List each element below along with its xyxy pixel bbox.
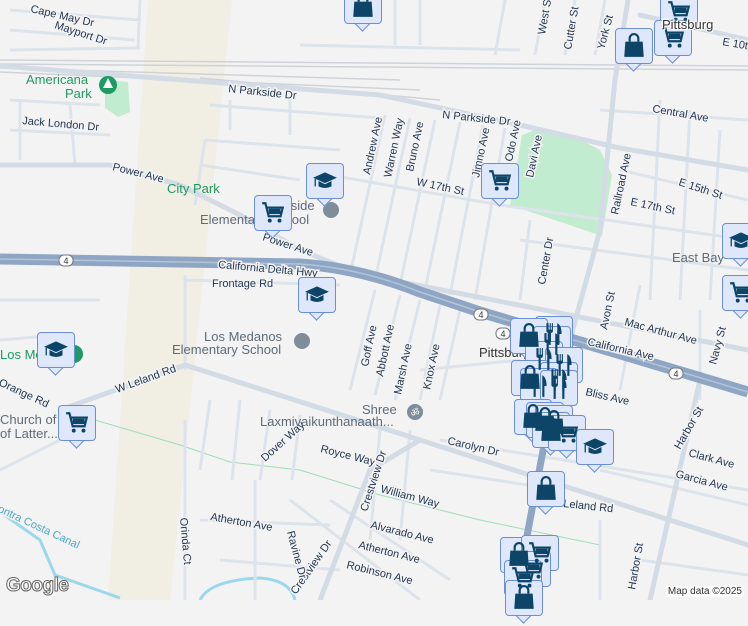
cart-icon [260,200,286,226]
temple-pin-icon: ॐ [407,404,423,420]
svg-text:Ravine Dr: Ravine Dr [284,530,308,581]
shopping-bag-icon [350,0,376,19]
marker-body [505,580,543,616]
svg-text:Cutter St: Cutter St [562,6,581,51]
marker-body [576,429,614,465]
shopping-marker[interactable] [344,0,382,34]
shopping-marker[interactable] [505,580,543,626]
graduation-cap-icon [312,168,338,194]
grocery-store-marker[interactable] [254,195,292,241]
svg-text:City Park: City Park [167,181,220,196]
svg-text:Atherton Ave: Atherton Ave [357,539,421,566]
highway-shield: 4 [495,327,511,340]
school-marker[interactable] [722,223,748,269]
marker-body [481,163,519,199]
cart-icon [554,420,580,446]
marker-body [344,0,382,24]
svg-text:4: 4 [673,369,678,379]
marker-body [306,163,344,199]
svg-text:E 17th St: E 17th St [629,196,676,217]
svg-text:Robinson Ave: Robinson Ave [345,559,414,587]
grocery-store-marker[interactable] [722,275,748,321]
marker-body [722,275,748,311]
park-pin-icon [99,76,117,94]
school-marker[interactable] [37,332,75,378]
svg-text:West St: West St [536,0,554,36]
city-label-pittsburg: Pittsburg [662,17,714,32]
map-attribution[interactable]: Map data ©2025 [665,586,744,597]
highway-shield: 4 [473,308,489,321]
marker-body [254,195,292,231]
svg-text:Frontage Rd: Frontage Rd [212,278,273,290]
school-marker[interactable] [306,163,344,209]
svg-text:Mac Arthur Ave: Mac Arthur Ave [623,316,698,347]
grocery-store-marker[interactable] [58,405,96,451]
graduation-cap-icon [43,337,69,363]
svg-text:Americana: Americana [26,72,89,87]
svg-text:Royce Way: Royce Way [319,443,377,468]
svg-text:Harbor St: Harbor St [626,542,646,590]
svg-text:Orinda Ct: Orinda Ct [177,517,193,565]
shopping-bag-icon [621,33,647,59]
svg-text:Marsh Ave: Marsh Ave [392,342,415,395]
graduation-cap-icon [304,282,330,308]
grocery-store-marker[interactable] [481,163,519,209]
svg-text:Church of: Church of [0,412,57,427]
graduation-cap-icon [728,228,748,254]
google-logo: Google [5,575,69,597]
fork-knife-icon [546,375,572,401]
school-pin-icon [294,333,310,349]
shopping-marker[interactable] [615,28,653,74]
svg-text:Harbor St: Harbor St [672,405,706,452]
svg-text:Bliss Ave: Bliss Ave [584,386,630,408]
svg-text:Orange Rd: Orange Rd [0,377,51,411]
svg-text:4: 4 [500,329,505,339]
highway-shield: 4 [668,367,684,380]
shopping-bag-icon [511,585,537,611]
school-marker[interactable] [298,277,336,323]
cart-icon [487,168,513,194]
marker-body [615,28,653,64]
svg-text:Atherton Ave: Atherton Ave [209,511,273,534]
graduation-cap-icon [582,434,608,460]
highway-shield: 4 [58,254,74,267]
svg-text:Andrew Ave: Andrew Ave [361,116,385,176]
svg-text:William Way: William Way [379,483,441,510]
school-marker[interactable] [576,429,614,475]
svg-text:of Latter...: of Latter... [0,426,58,441]
cart-icon [728,280,748,306]
svg-text:Laxmivaikunthanaath...: Laxmivaikunthanaath... [260,414,394,429]
map-canvas[interactable]: 4 4 4 4 Cape May Dr Mayport Dr N Parksid… [0,0,748,600]
marker-body [298,277,336,313]
marker-body [37,332,75,368]
shopping-bag-icon [533,476,559,502]
svg-text:4: 4 [478,310,483,320]
shopping-marker[interactable] [527,471,565,517]
svg-text:Elementary School: Elementary School [172,342,281,357]
marker-body [58,405,96,441]
svg-text:East Bay: East Bay [672,250,725,265]
cart-icon [64,410,90,436]
marker-body [527,471,565,507]
svg-text:ॐ: ॐ [410,407,419,419]
svg-text:4: 4 [63,256,68,266]
svg-text:Clark Ave: Clark Ave [687,447,735,471]
svg-text:Park: Park [65,86,92,101]
marker-body [722,223,748,259]
canal-south [198,576,297,600]
svg-text:N Parkside Dr: N Parkside Dr [442,109,512,128]
